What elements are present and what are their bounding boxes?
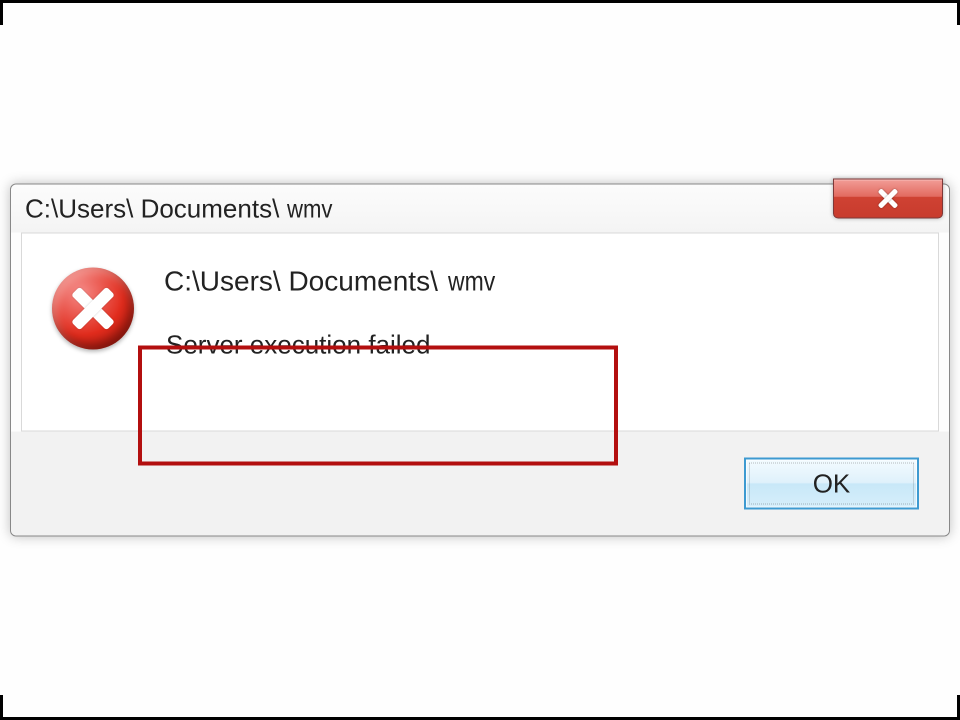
title-bar: C:\Users\ Documents\ wmv <box>11 185 949 233</box>
error-message: Server execution failed <box>166 330 908 361</box>
error-icon <box>52 268 134 350</box>
close-icon <box>877 188 899 210</box>
ok-button[interactable]: OK <box>744 458 919 510</box>
message-ext: wmv <box>448 266 495 298</box>
message-title-row: C:\Users\ Documents\ wmv <box>164 266 908 298</box>
button-bar: OK <box>11 432 949 536</box>
error-dialog: C:\Users\ Documents\ wmv C:\Users\ Docum… <box>10 184 950 537</box>
message-path: C:\Users\ Documents\ <box>164 266 438 298</box>
window-title-ext: wmv <box>287 193 332 224</box>
close-button[interactable] <box>833 179 943 219</box>
window-title-path: C:\Users\ Documents\ <box>25 193 279 224</box>
content-area: C:\Users\ Documents\ wmv Server executio… <box>21 233 939 432</box>
